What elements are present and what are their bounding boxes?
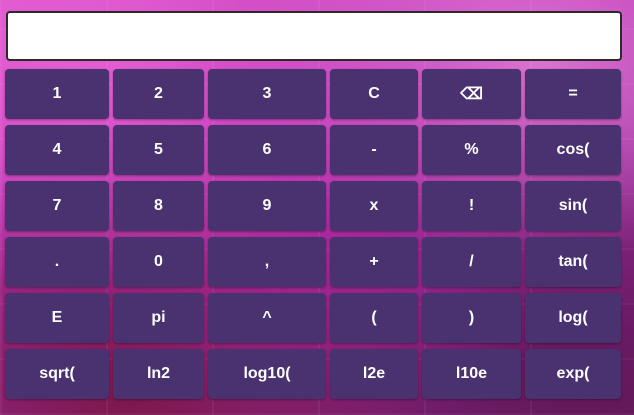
equals-button[interactable]: = bbox=[525, 69, 621, 119]
cos-button[interactable]: cos( bbox=[525, 125, 621, 175]
power-button[interactable]: ^ bbox=[208, 293, 326, 343]
divide-button[interactable]: / bbox=[422, 237, 521, 287]
key-1[interactable]: 1 bbox=[5, 69, 109, 119]
log2e-button[interactable]: l2e bbox=[330, 349, 418, 399]
clear-button[interactable]: C bbox=[330, 69, 418, 119]
key-3[interactable]: 3 bbox=[208, 69, 326, 119]
key-0[interactable]: 0 bbox=[113, 237, 204, 287]
comma-button[interactable]: , bbox=[208, 237, 326, 287]
log10-button[interactable]: log10( bbox=[208, 349, 326, 399]
decimal-button[interactable]: . bbox=[5, 237, 109, 287]
factorial-button[interactable]: ! bbox=[422, 181, 521, 231]
percent-button[interactable]: % bbox=[422, 125, 521, 175]
log-button[interactable]: log( bbox=[525, 293, 621, 343]
keypad: 1 2 3 C ⌫ = 4 5 6 - % cos( 7 8 9 x ! sin… bbox=[5, 69, 625, 399]
log10e-button[interactable]: l10e bbox=[422, 349, 521, 399]
e-constant-button[interactable]: E bbox=[5, 293, 109, 343]
close-paren-button[interactable]: ) bbox=[422, 293, 521, 343]
plus-button[interactable]: + bbox=[330, 237, 418, 287]
minus-button[interactable]: - bbox=[330, 125, 418, 175]
tan-button[interactable]: tan( bbox=[525, 237, 621, 287]
ln2-button[interactable]: ln2 bbox=[113, 349, 204, 399]
sqrt-button[interactable]: sqrt( bbox=[5, 349, 109, 399]
exp-button[interactable]: exp( bbox=[525, 349, 621, 399]
key-7[interactable]: 7 bbox=[5, 181, 109, 231]
backspace-icon: ⌫ bbox=[460, 86, 483, 103]
calculator-display[interactable] bbox=[6, 11, 622, 61]
multiply-button[interactable]: x bbox=[330, 181, 418, 231]
key-8[interactable]: 8 bbox=[113, 181, 204, 231]
key-9[interactable]: 9 bbox=[208, 181, 326, 231]
key-2[interactable]: 2 bbox=[113, 69, 204, 119]
backspace-button[interactable]: ⌫ bbox=[422, 69, 521, 119]
pi-button[interactable]: pi bbox=[113, 293, 204, 343]
key-4[interactable]: 4 bbox=[5, 125, 109, 175]
open-paren-button[interactable]: ( bbox=[330, 293, 418, 343]
key-5[interactable]: 5 bbox=[113, 125, 204, 175]
sin-button[interactable]: sin( bbox=[525, 181, 621, 231]
key-6[interactable]: 6 bbox=[208, 125, 326, 175]
